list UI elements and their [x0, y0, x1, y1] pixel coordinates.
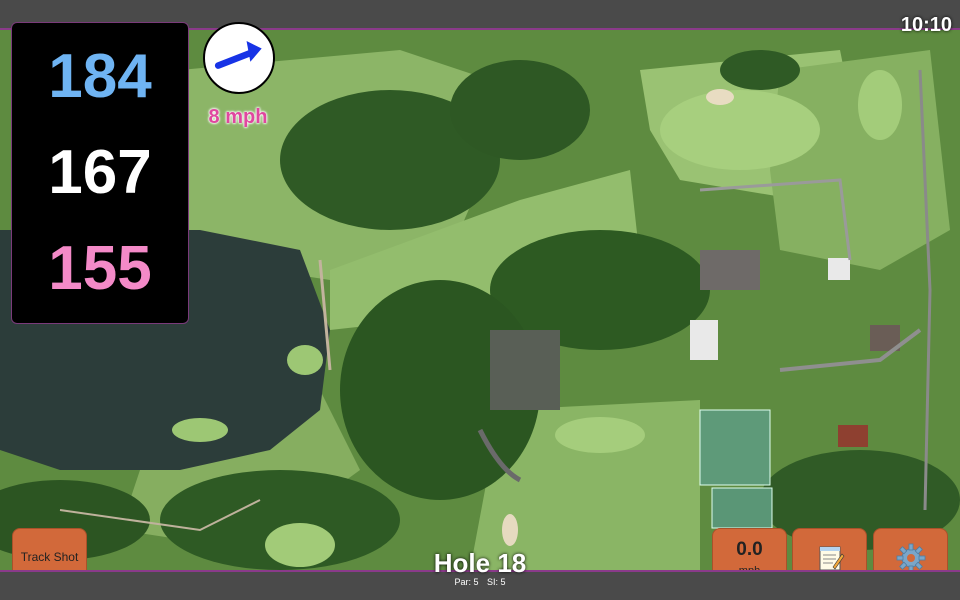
- middle-distance: 167: [48, 138, 152, 207]
- hole-meta: Par: 5 SI: 5: [380, 577, 580, 587]
- gear-icon: [896, 543, 925, 572]
- hole-info: Hole 18 Par: 5 SI: 5: [380, 550, 580, 587]
- hole-title: Hole 18: [433, 548, 527, 578]
- arrow-northeast-icon: [214, 41, 262, 69]
- front-distance: 155: [48, 234, 152, 303]
- track-shot-label: Track Shot: [20, 550, 79, 565]
- wind-speed: 8 mph: [208, 106, 268, 128]
- notepad-icon: [819, 546, 844, 570]
- wind-indicator: [203, 22, 275, 94]
- distance-panel: 184 167 155: [11, 22, 189, 324]
- clock: 10:10: [900, 14, 952, 36]
- hole-stroke-index: SI: 5: [487, 577, 506, 587]
- back-distance: 184: [48, 42, 152, 111]
- hole-par: Par: 5: [454, 577, 479, 587]
- speed-value: 0.0: [736, 538, 763, 560]
